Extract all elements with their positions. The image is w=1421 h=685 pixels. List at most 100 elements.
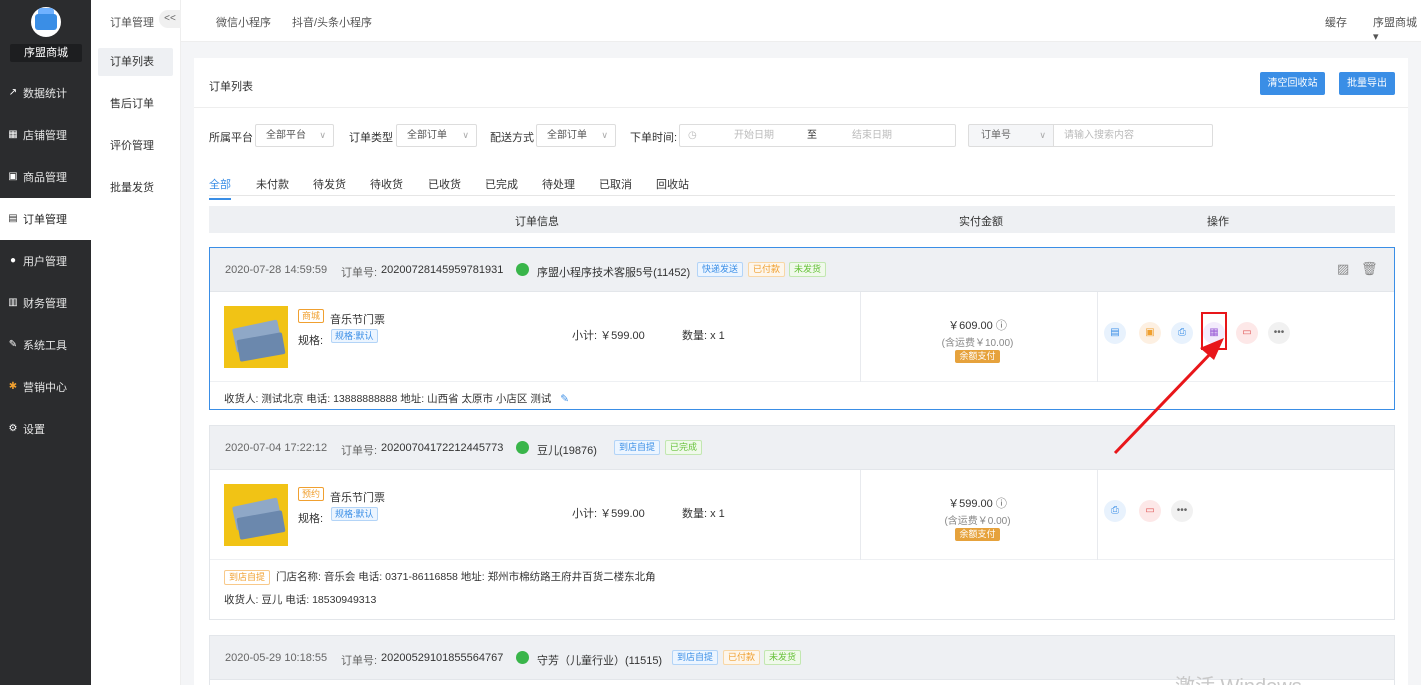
tab-received[interactable]: 已收货 — [428, 176, 461, 192]
order-no-label: 订单号: — [341, 655, 378, 667]
sidebar-item-label: 营销中心 — [23, 382, 67, 394]
search-field-select[interactable]: 订单号 ∨ — [968, 124, 1054, 147]
user-name: 序盟商城 — [1373, 17, 1417, 29]
date-range-picker[interactable]: ◷ 开始日期 至 结束日期 — [679, 124, 956, 147]
tab-to-ship[interactable]: 待发货 — [313, 176, 346, 192]
wrench-icon: ✎ — [8, 339, 18, 350]
table-header: 订单信息 实付金额 操作 — [209, 206, 1395, 233]
sub-item-after-sale[interactable]: 售后订单 — [98, 90, 173, 118]
sidebar-nav: ↗ 数据统计 ▦ 店铺管理 ▣ 商品管理 ▤ 订单管理 ● 用户管理 ▥ 财务管理 ✎ 系统工… — [0, 72, 91, 450]
sidebar-item-users[interactable]: ● 用户管理 — [0, 240, 91, 282]
cache-button[interactable]: 缓存 — [1325, 14, 1347, 30]
tab-completed[interactable]: 已完成 — [485, 176, 518, 192]
order-no-label: 订单号: — [341, 445, 378, 457]
shop-logo — [31, 7, 61, 37]
status-badge: 未发货 — [764, 650, 802, 665]
message-icon[interactable]: ▭ — [1139, 500, 1161, 522]
column-divider — [1097, 470, 1098, 560]
order-type-select[interactable]: 全部订单 ∨ — [396, 124, 477, 147]
sub-item-reviews[interactable]: 评价管理 — [98, 132, 173, 160]
spec-label: 规格: — [298, 335, 324, 347]
info-icon[interactable]: ⓘ — [996, 320, 1007, 332]
windows-watermark: 激活 Windows — [1175, 670, 1302, 685]
order-amount: ￥609.00 ⓘ (含运费￥10.00) 余额支付 — [860, 317, 1095, 363]
address-text: 收货人: 豆儿 电话: 18530949313 — [224, 594, 377, 606]
tab-pending[interactable]: 待处理 — [542, 176, 575, 192]
printer-icon[interactable]: ⎙ — [1171, 322, 1193, 344]
tab-cancelled[interactable]: 已取消 — [599, 176, 632, 192]
annotation-highlight-box — [1201, 312, 1227, 350]
more-icon[interactable]: ••• — [1171, 500, 1193, 522]
wechat-icon — [516, 441, 529, 454]
clock-icon: ◷ — [688, 130, 697, 141]
edit-icon[interactable]: ✎ — [560, 393, 569, 405]
buyer-name[interactable]: 序盟小程序技术客服5号(11452) — [537, 264, 690, 280]
order-no: 20200728145959781931 — [381, 264, 504, 276]
subtotal: 小计: ￥599.00 — [572, 330, 645, 342]
tab-all[interactable]: 全部 — [209, 176, 231, 200]
product-name[interactable]: 音乐节门票 — [330, 311, 385, 327]
recycle-icon[interactable]: ▨ — [1337, 262, 1350, 276]
sidebar-item-label: 商品管理 — [23, 172, 67, 184]
sidebar-item-tools[interactable]: ✎ 系统工具 — [0, 324, 91, 366]
batch-export-button[interactable]: 批量导出 — [1339, 72, 1395, 95]
payment-method-badge: 余额支付 — [955, 350, 1000, 363]
sidebar-item-finance[interactable]: ▥ 财务管理 — [0, 282, 91, 324]
order-time: 2020-07-28 14:59:59 — [225, 264, 328, 276]
product-name[interactable]: 音乐节门票 — [330, 489, 385, 505]
shipping-fee: (含运费￥0.00) — [944, 516, 1011, 527]
more-icon[interactable]: ••• — [1268, 322, 1290, 344]
info-icon[interactable]: ⓘ — [996, 498, 1007, 510]
sidebar-item-marketing[interactable]: ✱ 营销中心 — [0, 366, 91, 408]
marketing-icon: ✱ — [8, 381, 18, 392]
order-time: 2020-05-29 10:18:55 — [225, 652, 328, 664]
order-amount: ￥599.00 ⓘ (含运费￥0.00) 余额支付 — [860, 495, 1095, 541]
platform-select[interactable]: 全部平台 ∨ — [255, 124, 334, 147]
tab-recycle-bin[interactable]: 回收站 — [656, 176, 689, 192]
collapse-button[interactable]: << — [159, 10, 181, 28]
print-receipt-icon[interactable]: ▤ — [1104, 322, 1126, 344]
status-badge: 到店自提 — [614, 440, 661, 455]
delivery-select[interactable]: 全部订单 ∨ — [536, 124, 616, 147]
buyer-name[interactable]: 守芳（儿童行业）(11515) — [537, 652, 662, 668]
sidebar-item-goods[interactable]: ▣ 商品管理 — [0, 156, 91, 198]
product-image[interactable] — [224, 484, 288, 546]
gear-icon: ⚙ — [8, 423, 18, 434]
end-date-input[interactable]: 结束日期 — [852, 125, 892, 146]
trash-icon[interactable]: 🗑 — [1361, 262, 1378, 276]
store-text: 门店名称: 音乐会 电话: 0371-86116858 地址: 郑州市棉纺路王府… — [276, 571, 656, 583]
chart-icon: ↗ — [8, 87, 18, 98]
product-image[interactable] — [224, 306, 288, 368]
column-divider — [1097, 292, 1098, 382]
search-input[interactable]: 请输入搜索内容 — [1053, 124, 1213, 147]
order-no: 20200704172212445773 — [381, 442, 504, 454]
ship-icon[interactable]: ▣ — [1139, 322, 1161, 344]
tab-douyin-miniprogram[interactable]: 抖音/头条小程序 — [292, 14, 372, 30]
card-header: 订单列表 清空回收站 批量导出 — [194, 58, 1408, 108]
page-title: 订单列表 — [209, 81, 253, 93]
buyer-name[interactable]: 豆儿(19876) — [537, 442, 597, 458]
user-menu[interactable]: 序盟商城 ▾ — [1373, 14, 1421, 43]
tab-wechat-miniprogram[interactable]: 微信小程序 — [216, 14, 271, 30]
tab-to-receive[interactable]: 待收货 — [370, 176, 403, 192]
sidebar-item-store[interactable]: ▦ 店铺管理 — [0, 114, 91, 156]
chevron-down-icon: ∨ — [1039, 130, 1046, 140]
sidebar-item-settings[interactable]: ⚙ 设置 — [0, 408, 91, 450]
sidebar-item-label: 订单管理 — [23, 214, 67, 226]
platform-label: 所属平台 — [209, 132, 253, 144]
sub-item-order-list[interactable]: 订单列表 — [98, 48, 173, 76]
sidebar-item-label: 设置 — [23, 424, 45, 436]
sidebar-item-label: 系统工具 — [23, 340, 67, 352]
clear-recycle-button[interactable]: 清空回收站 — [1260, 72, 1325, 95]
shipping-address: 收货人: 测试北京 电话: 13888888888 地址: 山西省 太原市 小店… — [224, 391, 569, 406]
start-date-input[interactable]: 开始日期 — [734, 125, 774, 146]
printer-icon[interactable]: ⎙ — [1104, 500, 1126, 522]
sub-item-batch-ship[interactable]: 批量发货 — [98, 174, 173, 202]
sidebar-item-label: 数据统计 — [23, 88, 67, 100]
sidebar-item-orders[interactable]: ▤ 订单管理 — [0, 198, 91, 240]
message-icon[interactable]: ▭ — [1236, 322, 1258, 344]
quantity: 数量: x 1 — [682, 330, 725, 342]
chevron-down-icon: ∨ — [601, 130, 608, 140]
tab-unpaid[interactable]: 未付款 — [256, 176, 289, 192]
sidebar-item-stats[interactable]: ↗ 数据统计 — [0, 72, 91, 114]
